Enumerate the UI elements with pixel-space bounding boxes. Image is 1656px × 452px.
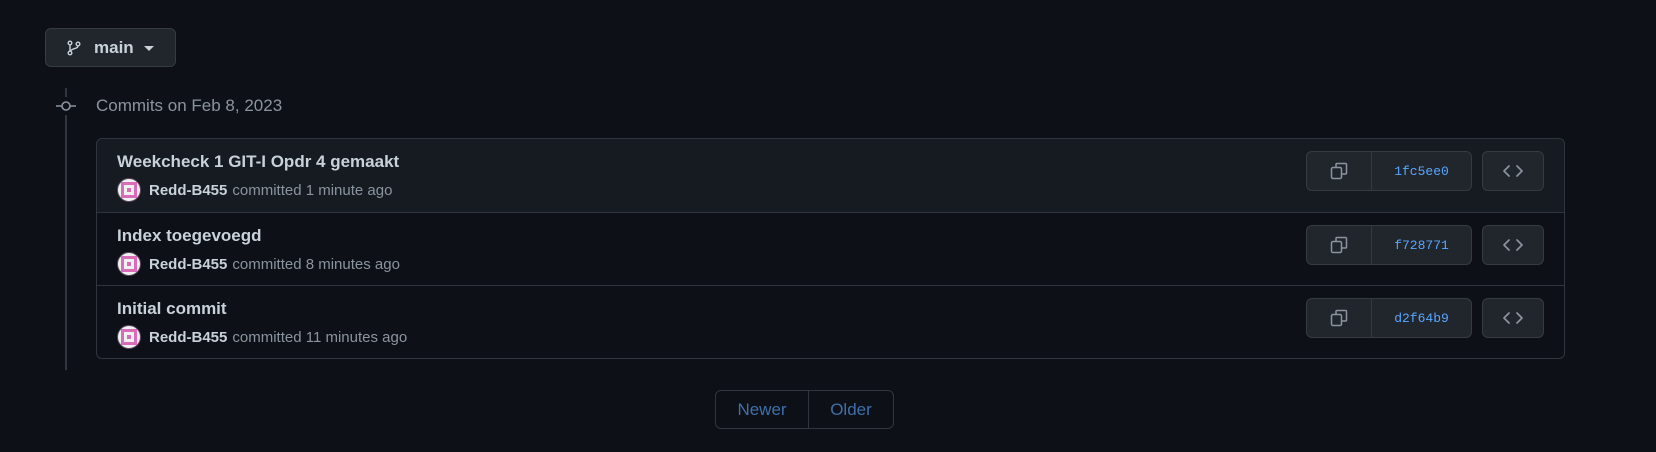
- branch-selector-button[interactable]: main: [45, 28, 176, 67]
- commit-message-link[interactable]: Weekcheck 1 GIT-I Opdr 4 gemaakt: [117, 152, 399, 172]
- pagination: Newer Older: [715, 390, 894, 429]
- commit-time: 11 minutes ago: [305, 328, 408, 346]
- browse-repo-button[interactable]: [1482, 225, 1544, 265]
- commit-row: Initial commit Redd-B455 committed 11 mi…: [97, 285, 1564, 358]
- commit-sha-link[interactable]: d2f64b9: [1372, 299, 1471, 337]
- commit-row: Index toegevoegd Redd-B455 committed 8 m…: [97, 212, 1564, 285]
- commit-meta: Redd-B455 committed 8 minutes ago: [117, 252, 400, 276]
- timeline-line: [65, 88, 67, 370]
- copy-icon: [1330, 309, 1348, 327]
- chevron-down-icon: [143, 46, 154, 51]
- commit-time: 8 minutes ago: [305, 255, 400, 273]
- commit-sha-link[interactable]: f728771: [1372, 226, 1471, 264]
- older-button[interactable]: Older: [809, 391, 893, 428]
- commit-action: committed: [232, 328, 302, 346]
- commit-author-link[interactable]: Redd-B455: [149, 256, 227, 273]
- commit-action: committed: [232, 181, 302, 199]
- copy-icon: [1330, 236, 1348, 254]
- code-icon: [1503, 165, 1523, 177]
- commit-message-link[interactable]: Initial commit: [117, 299, 227, 319]
- copy-sha-button[interactable]: [1307, 226, 1372, 264]
- commit-message-link[interactable]: Index toegevoegd: [117, 226, 262, 246]
- copy-icon: [1330, 162, 1348, 180]
- sha-button-group: f728771: [1306, 225, 1472, 265]
- commit-row: Weekcheck 1 GIT-I Opdr 4 gemaakt Redd-B4…: [97, 139, 1564, 212]
- browse-repo-button[interactable]: [1482, 151, 1544, 191]
- commit-action: committed: [232, 255, 302, 273]
- branch-name: main: [94, 37, 134, 57]
- avatar[interactable]: [117, 325, 141, 349]
- avatar[interactable]: [117, 178, 141, 202]
- commit-actions: d2f64b9: [1306, 298, 1544, 338]
- commit-group-title: Commits on Feb 8, 2023: [96, 96, 283, 115]
- commit-actions: 1fc5ee0: [1306, 151, 1544, 191]
- avatar[interactable]: [117, 252, 141, 276]
- commit-list: Weekcheck 1 GIT-I Opdr 4 gemaakt Redd-B4…: [96, 138, 1565, 359]
- git-branch-icon: [67, 40, 81, 55]
- copy-sha-button[interactable]: [1307, 299, 1372, 337]
- sha-button-group: 1fc5ee0: [1306, 151, 1472, 191]
- commit-author-link[interactable]: Redd-B455: [149, 182, 227, 199]
- commit-actions: f728771: [1306, 225, 1544, 265]
- git-commit-icon: [56, 97, 76, 115]
- commit-author-link[interactable]: Redd-B455: [149, 329, 227, 346]
- code-icon: [1503, 312, 1523, 324]
- copy-sha-button[interactable]: [1307, 152, 1372, 190]
- sha-button-group: d2f64b9: [1306, 298, 1472, 338]
- newer-button[interactable]: Newer: [716, 391, 809, 428]
- commit-meta: Redd-B455 committed 11 minutes ago: [117, 325, 407, 349]
- commit-time: 1 minute ago: [305, 181, 393, 199]
- commit-sha-link[interactable]: 1fc5ee0: [1372, 152, 1471, 190]
- code-icon: [1503, 239, 1523, 251]
- commit-meta: Redd-B455 committed 1 minute ago: [117, 178, 392, 202]
- browse-repo-button[interactable]: [1482, 298, 1544, 338]
